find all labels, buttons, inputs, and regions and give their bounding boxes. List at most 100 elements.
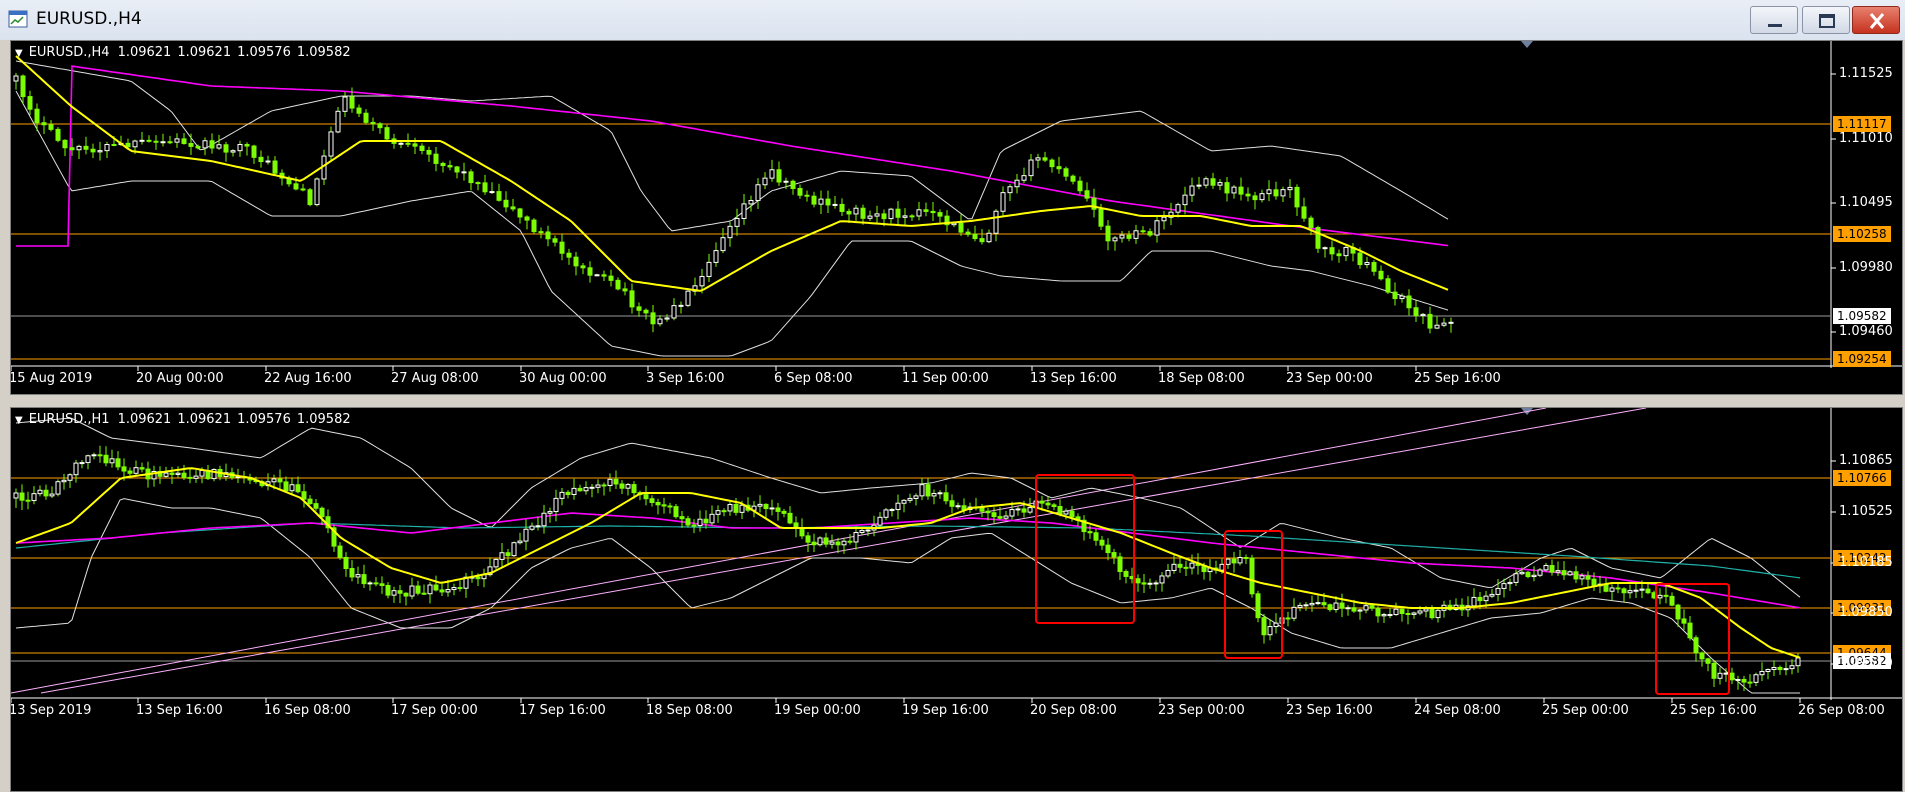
candle-body [1343, 246, 1349, 257]
header-high: 1.09621 [177, 412, 232, 427]
candle-body [1069, 510, 1075, 518]
candle-body [1705, 658, 1711, 664]
candle-body [1327, 604, 1333, 611]
candle-body [1308, 217, 1314, 229]
candle-body [829, 541, 835, 545]
highlight-box [1224, 530, 1283, 659]
candle-body [1663, 594, 1669, 597]
candle-body [223, 144, 229, 153]
candle-body [1609, 587, 1615, 592]
candle-body [230, 150, 236, 153]
candle-body [559, 491, 565, 499]
price-axis-label: 1.09510 [1839, 656, 1893, 671]
candle-body [1753, 674, 1759, 683]
moving-average-slow [15, 512, 1801, 609]
candle-body [1070, 175, 1076, 182]
chart-canvas-h4[interactable] [11, 41, 1903, 395]
candle-body [1105, 225, 1111, 242]
candle-body [1747, 681, 1753, 684]
candle-body [643, 494, 649, 500]
candle-body [958, 222, 964, 233]
candle-body [91, 454, 97, 457]
candle-body [1777, 666, 1783, 671]
candle-body [1561, 570, 1567, 576]
candle-body [85, 455, 91, 464]
candle-body [1795, 657, 1801, 667]
candle-body [607, 478, 613, 486]
candle-body [181, 138, 187, 145]
candle-body [1291, 606, 1297, 619]
candle-body [1513, 573, 1519, 583]
collapse-triangle-icon[interactable]: ▼ [15, 415, 23, 426]
candle-body [727, 503, 733, 512]
candle-body [1741, 678, 1747, 683]
candle-body [664, 317, 670, 320]
candle-body [1627, 590, 1633, 594]
candle-body [1057, 506, 1063, 515]
candle-body [193, 475, 199, 479]
candle-body [258, 156, 264, 163]
candle-body [839, 203, 845, 212]
close-button[interactable] [1852, 6, 1900, 34]
chart-pane-h1[interactable]: ▼ EURUSD.,H1 1.09621 1.09621 1.09576 1.09582 … [10, 407, 1903, 792]
collapse-triangle-icon[interactable]: ▼ [15, 48, 23, 59]
header-symbol: EURUSD.,H1 [28, 412, 110, 427]
candle-body [1405, 612, 1411, 615]
candle-body [412, 143, 418, 147]
candle-body [769, 507, 775, 510]
candle-body [1519, 571, 1525, 575]
chart-canvas-h1[interactable] [11, 408, 1903, 792]
candle-body [1177, 563, 1183, 568]
chart-pane-h4[interactable]: ▼ EURUSD.,H4 1.09621 1.09621 1.09576 1.09582 … [10, 40, 1903, 395]
candle-body [1273, 622, 1279, 628]
candle-body [244, 143, 250, 147]
candle-body [187, 476, 193, 479]
header-high: 1.09621 [177, 45, 232, 60]
candle-body [43, 489, 49, 497]
candle-body [799, 527, 805, 537]
candle-body [699, 275, 705, 287]
bollinger-lower-band [15, 498, 1800, 694]
candle-body [709, 513, 715, 524]
candle-body [199, 470, 205, 477]
candle-body [713, 250, 719, 263]
candle-body [595, 484, 601, 488]
time-axis-label: 27 Aug 08:00 [391, 371, 479, 386]
candle-body [1123, 571, 1129, 577]
candle-body [1117, 556, 1123, 573]
maximize-button[interactable] [1802, 6, 1850, 34]
candle-body [811, 195, 817, 205]
candle-body [510, 206, 516, 210]
time-axis-label: 17 Sep 16:00 [519, 703, 606, 718]
candle-body [174, 138, 180, 143]
candle-body [313, 503, 319, 509]
candle-body [1723, 672, 1729, 675]
candle-body [613, 478, 619, 485]
candle-body [409, 585, 415, 597]
candle-body [1413, 307, 1419, 317]
candle-body [679, 516, 685, 520]
candle-body [1219, 563, 1225, 571]
time-axis-label: 19 Sep 16:00 [902, 703, 989, 718]
candle-body [426, 149, 432, 155]
candle-body [20, 75, 26, 98]
time-axis-label: 23 Sep 00:00 [1286, 371, 1373, 386]
candle-body [319, 507, 325, 518]
candle-body [703, 518, 709, 524]
candle-body [1135, 578, 1141, 584]
candle-body [734, 217, 740, 227]
candle-body [188, 143, 194, 147]
candle-body [342, 96, 348, 112]
minimize-button[interactable] [1750, 6, 1798, 34]
candle-body [883, 509, 889, 518]
candle-body [874, 213, 880, 217]
candle-body [625, 484, 631, 489]
candle-body [1639, 588, 1645, 591]
candle-body [930, 210, 936, 214]
candle-body [31, 493, 37, 502]
candle-body [121, 466, 127, 472]
candle-body [657, 318, 663, 325]
price-axis-label: 1.09850 [1839, 605, 1893, 620]
candle-body [49, 493, 55, 497]
candle-body [811, 541, 817, 546]
